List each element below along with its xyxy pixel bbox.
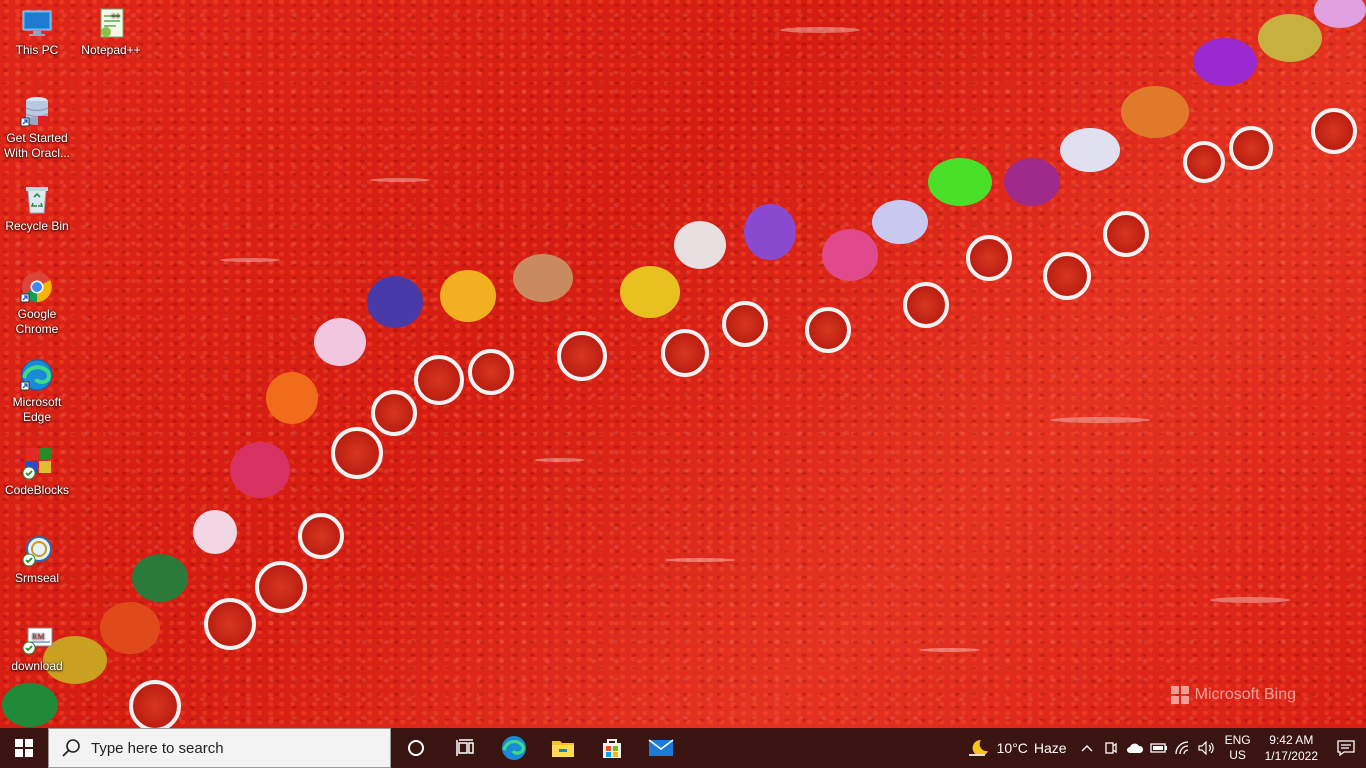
- desktop-wallpaper: Microsoft Bing: [0, 0, 1366, 728]
- task-view-button[interactable]: [440, 728, 489, 768]
- search-icon: [62, 739, 80, 757]
- system-tray: 10°C Haze ENG US 9:42 AM 1/17/2022: [959, 728, 1366, 768]
- desktop-icon-label: Recycle Bin: [5, 219, 69, 233]
- taskbar-edge-button[interactable]: [489, 728, 538, 768]
- recycle-bin-icon: [20, 182, 54, 216]
- desktop-icon-label: Srmseal: [14, 571, 59, 585]
- mail-icon: [648, 739, 673, 756]
- weather-condition: Haze: [1033, 740, 1067, 756]
- onedrive-tray-button[interactable]: [1123, 728, 1147, 768]
- moon-cloud-icon: [968, 739, 988, 756]
- desktop-icon-microsoft-edge[interactable]: Microsoft Edge: [0, 358, 74, 425]
- microsoft-store-icon: [602, 739, 621, 758]
- svg-text:++: ++: [111, 11, 121, 20]
- windows-logo-watermark-icon: [1170, 686, 1189, 704]
- svg-text:RM: RM: [32, 632, 44, 641]
- desktop-icon-label: Get Started With Oracl...: [3, 131, 70, 160]
- desktop-icon-google-chrome[interactable]: Google Chrome: [0, 270, 74, 337]
- wallpaper-scene: [2, 0, 1366, 728]
- taskbar-clock[interactable]: 9:42 AM 1/17/2022: [1257, 732, 1326, 764]
- taskbar-search-box[interactable]: [48, 728, 391, 768]
- clock-time: 9:42 AM: [1269, 733, 1314, 747]
- mail-button[interactable]: [636, 728, 685, 768]
- notepad-plus-plus-icon: ++: [94, 6, 128, 40]
- chevron-up-icon: [1081, 745, 1093, 752]
- bing-watermark: Microsoft Bing: [1170, 686, 1296, 704]
- network-tray-button[interactable]: [1171, 728, 1195, 768]
- language-code: ENG: [1224, 733, 1251, 747]
- wifi-icon: [1174, 741, 1188, 755]
- this-pc-icon: [20, 6, 54, 40]
- cloud-icon: [1126, 743, 1143, 753]
- desktop-icon-label: download: [11, 659, 63, 673]
- file-explorer-icon: [551, 741, 574, 757]
- camera-icon: [1104, 742, 1117, 754]
- desktop-icon-label: Notepad++: [81, 43, 141, 57]
- region-code: US: [1229, 748, 1246, 762]
- edge-icon: [20, 358, 54, 392]
- speaker-icon: [1197, 741, 1214, 755]
- notification-icon: [1337, 740, 1355, 756]
- show-hidden-icons-button[interactable]: [1075, 728, 1099, 768]
- windows-logo-icon: [15, 739, 33, 757]
- taskbar: 10°C Haze ENG US 9:42 AM 1/17/2022: [0, 728, 1366, 768]
- action-center-button[interactable]: [1326, 728, 1366, 768]
- desktop-icon-label: CodeBlocks: [4, 483, 70, 497]
- desktop-icon-recycle-bin[interactable]: Recycle Bin: [0, 182, 74, 234]
- desktop-icon-notepad-plus-plus[interactable]: ++ Notepad++: [74, 6, 148, 58]
- desktop-icon-download[interactable]: RM download: [0, 622, 74, 674]
- desktop-icon-label: Google Chrome: [15, 307, 59, 336]
- battery-icon: [1149, 743, 1167, 753]
- desktop-icon-codeblocks[interactable]: CodeBlocks: [0, 446, 74, 498]
- chrome-icon: [20, 270, 54, 304]
- volume-tray-button[interactable]: [1195, 728, 1219, 768]
- download-file-icon: RM: [20, 622, 54, 656]
- oracle-database-icon: [20, 94, 54, 128]
- file-explorer-button[interactable]: [538, 728, 587, 768]
- edge-icon: [501, 736, 526, 760]
- input-language-indicator[interactable]: ENG US: [1219, 733, 1257, 763]
- desktop-icon-label: Microsoft Edge: [12, 395, 62, 424]
- start-button[interactable]: [0, 728, 48, 768]
- desktop-icon-srmseal[interactable]: Srmseal: [0, 534, 74, 586]
- codeblocks-icon: [20, 446, 54, 480]
- cortana-icon: [407, 740, 424, 756]
- meet-now-tray-button[interactable]: [1099, 728, 1123, 768]
- battery-tray-button[interactable]: [1147, 728, 1171, 768]
- desktop-icon-this-pc[interactable]: This PC: [0, 6, 74, 58]
- desktop-icon-label: This PC: [15, 43, 59, 57]
- desktop-icon-oracle[interactable]: Get Started With Oracl...: [0, 94, 74, 161]
- task-view-icon: [455, 739, 474, 756]
- search-input[interactable]: [91, 739, 371, 757]
- srmseal-icon: [20, 534, 54, 568]
- weather-widget[interactable]: 10°C Haze: [959, 737, 1075, 759]
- cortana-button[interactable]: [391, 728, 440, 768]
- microsoft-store-button[interactable]: [587, 728, 636, 768]
- bing-watermark-text: Microsoft Bing: [1194, 686, 1296, 703]
- weather-temperature: 10°C: [996, 740, 1028, 756]
- clock-date: 1/17/2022: [1264, 749, 1318, 763]
